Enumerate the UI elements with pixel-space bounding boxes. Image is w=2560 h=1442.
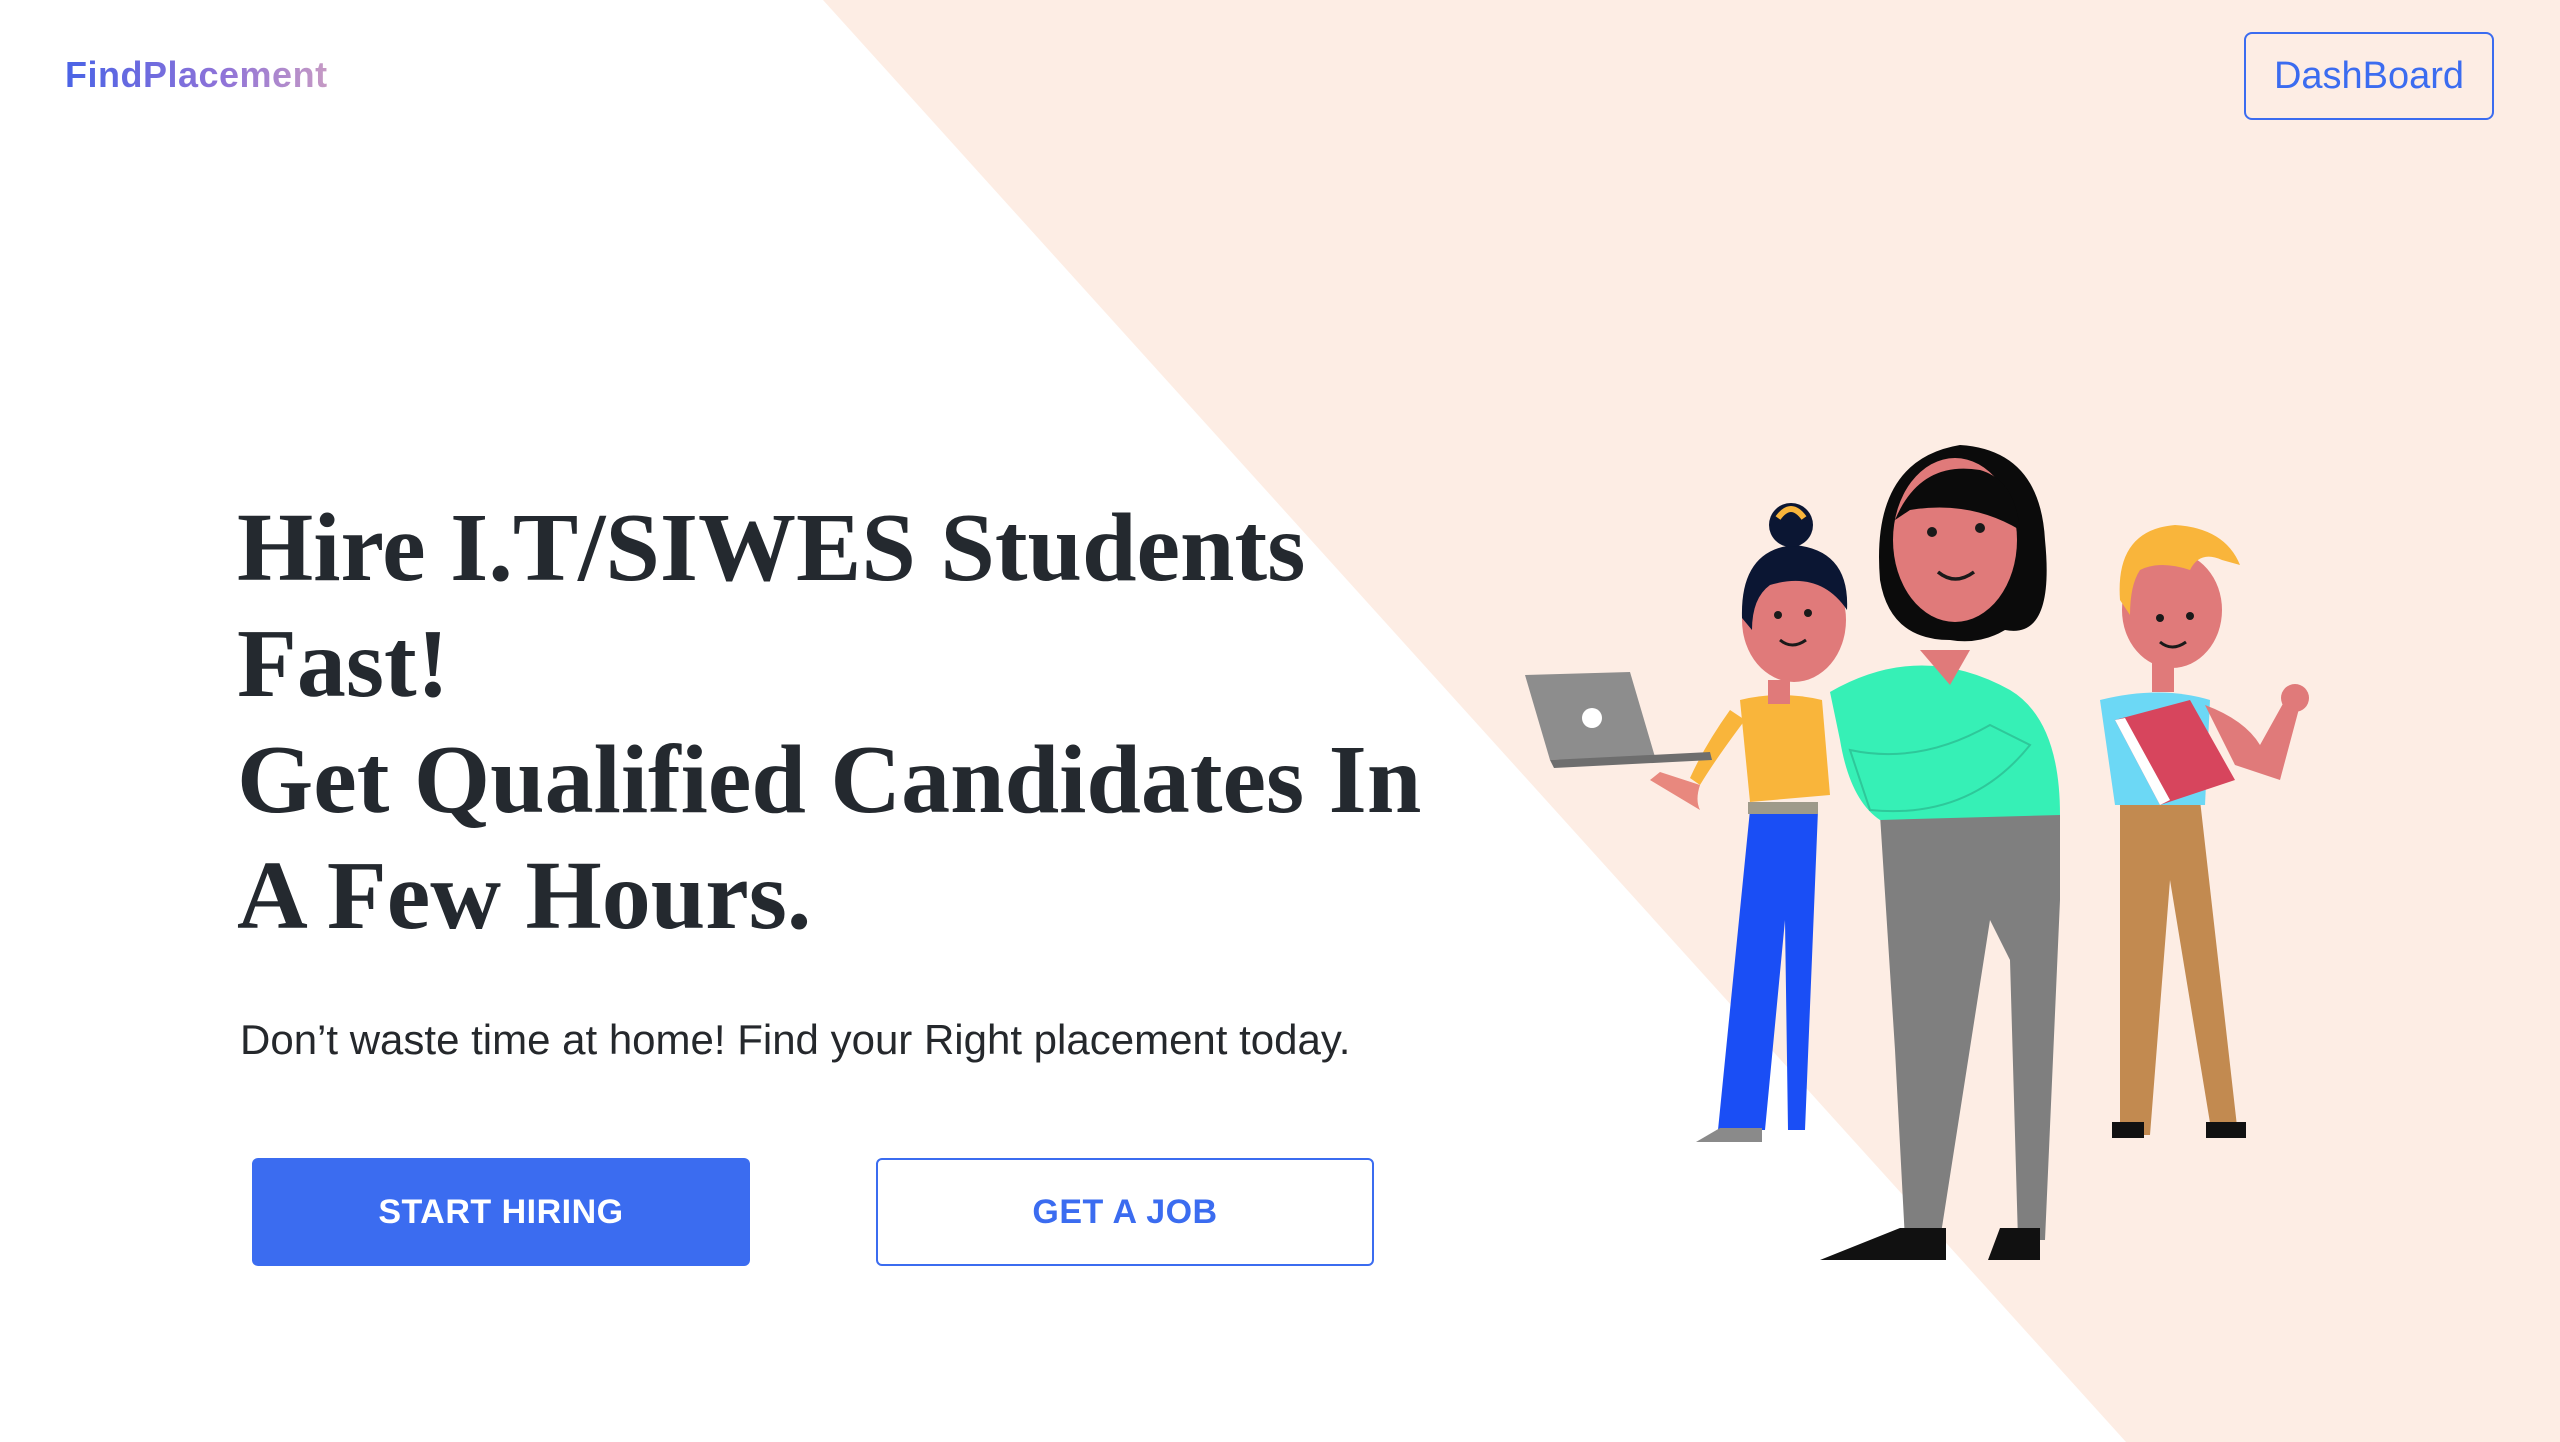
hero-headline: Hire I.T/SIWES Students Fast! Get Qualif… xyxy=(237,490,1537,954)
headline-line-3: Get Qualified Candidates In xyxy=(237,726,1422,834)
laptop-icon xyxy=(1525,672,1712,768)
headline-line-1: Hire I.T/SIWES Students xyxy=(237,494,1306,602)
student-left-figure xyxy=(1525,503,1848,1142)
get-a-job-button[interactable]: GET A JOB xyxy=(876,1158,1374,1266)
headline-line-2: Fast! xyxy=(237,610,450,718)
headline-line-4: A Few Hours. xyxy=(237,842,812,950)
dashboard-button[interactable]: DashBoard xyxy=(2244,32,2494,120)
hero-subtitle: Don’t waste time at home! Find your Righ… xyxy=(240,1016,1351,1063)
start-hiring-button[interactable]: START HIRING xyxy=(252,1158,750,1266)
student-center-figure xyxy=(1820,445,2060,1260)
site-logo[interactable]: FindPlacement xyxy=(65,54,328,96)
student-right-figure xyxy=(2100,525,2309,1138)
team-of-students-illustration xyxy=(1525,445,2309,1260)
